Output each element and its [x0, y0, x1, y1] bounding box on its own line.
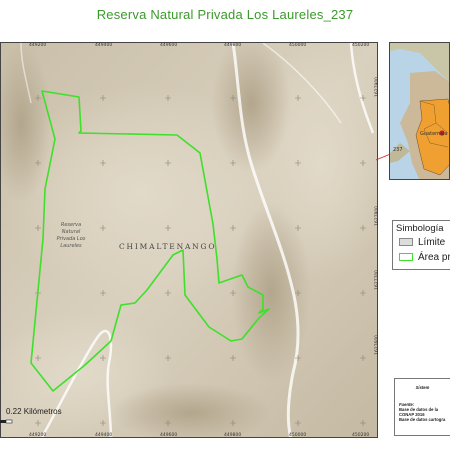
x-tick-label: 450000	[289, 43, 307, 48]
x-tick-label: 450200	[352, 433, 370, 438]
terrain-layer: CHIMALTENANGO ReservaNaturalPrivada LosL…	[1, 43, 377, 437]
x-tick-label: 449200	[29, 43, 47, 48]
reserve-label-line: Laureles	[60, 243, 82, 249]
x-tick-label: 450200	[352, 43, 370, 48]
legend-label: Límite	[418, 237, 446, 248]
reserve-label-line: Reserva	[61, 222, 81, 228]
x-tick-label: 449800	[224, 433, 242, 438]
legend-title: Simbología	[396, 223, 444, 234]
x-tick-label: 449400	[95, 43, 113, 48]
source-info-box: Sistem Fuente: Base de datos de la CONAP…	[394, 378, 450, 436]
info-heading: Sistem	[415, 385, 430, 390]
inset-pointer-label: 237	[393, 147, 403, 153]
x-tick-label: 450000	[289, 433, 307, 438]
legend-label: Área pr	[418, 252, 450, 263]
x-tick-label: 449200	[29, 433, 47, 438]
legend-item-limite: Límite	[399, 237, 445, 248]
inset-terrain: Guatemala 237	[390, 43, 449, 179]
reserve-label-line: Natural	[62, 229, 81, 235]
inset-label: Guatemala	[420, 131, 448, 137]
legend: Simbología Límite Área pr	[392, 220, 450, 270]
x-tick-label: 449800	[224, 43, 242, 48]
y-tick-label: 1627900	[375, 76, 380, 97]
legend-item-area: Área pr	[399, 252, 450, 263]
main-map[interactable]: CHIMALTENANGO Reserva Natural Privada Los L…	[0, 42, 378, 438]
scale-bar-label: 0.22 Kilómetros	[6, 407, 62, 416]
scale-bar	[0, 419, 13, 424]
legend-swatch	[399, 238, 413, 247]
x-tick-label: 449600	[160, 43, 178, 48]
legend-swatch	[399, 253, 413, 262]
region-label: CHIMALTENANGO	[119, 242, 216, 251]
map-title: Reserva Natural Privada Los Laureles_237	[96, 7, 354, 22]
x-tick-label: 449400	[95, 433, 113, 438]
locator-inset-map[interactable]: Guatemala 237	[389, 42, 450, 180]
reserve-label-line: Privada Los	[57, 236, 86, 242]
y-tick-label: 1627600	[375, 334, 380, 355]
y-tick-label: 1627700	[375, 269, 380, 290]
info-line: Base de datos cartogra	[399, 417, 446, 422]
x-tick-label: 449600	[160, 433, 178, 438]
y-tick-label: 1627800	[375, 205, 380, 226]
